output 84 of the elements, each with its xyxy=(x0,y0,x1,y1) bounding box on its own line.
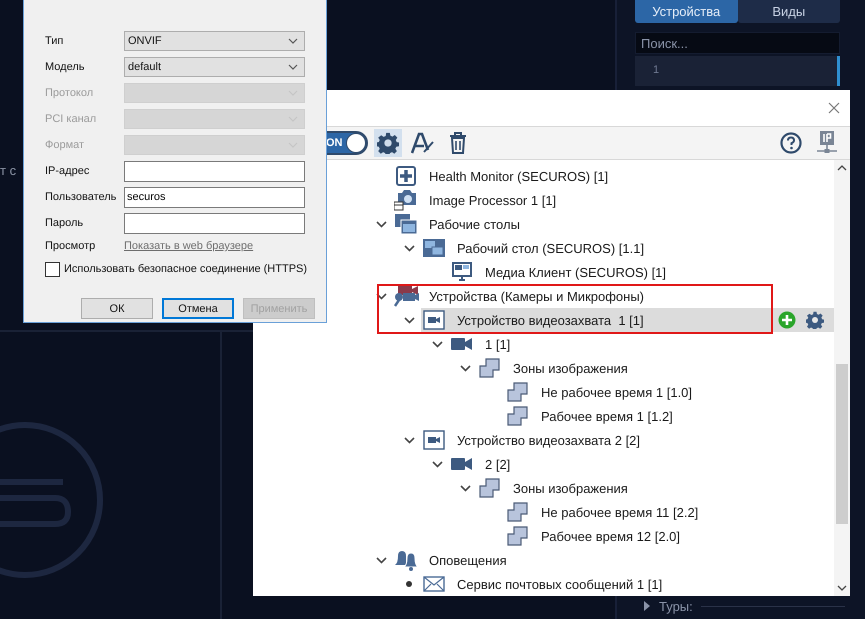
tree-item[interactable]: Зоны изображения xyxy=(477,356,834,380)
device-list-item[interactable]: 1 xyxy=(635,56,840,86)
gear-icon xyxy=(377,132,399,154)
close-icon[interactable] xyxy=(828,102,840,114)
dialog-button[interactable]: Отмена xyxy=(162,298,234,319)
envelope-icon xyxy=(423,576,445,592)
tree-item[interactable]: Не рабочее время 1 [1.0] xyxy=(505,380,834,404)
input-field[interactable]: securos xyxy=(124,186,305,208)
help-icon[interactable] xyxy=(780,132,802,154)
network-icon[interactable] xyxy=(816,131,838,155)
puzzle-shape-icon xyxy=(479,478,501,498)
field-label: Пользователь xyxy=(45,191,118,203)
expanded-chevron-icon[interactable] xyxy=(404,316,414,324)
tree-item[interactable]: Сервис почтовых сообщений 1 [1] xyxy=(421,572,834,596)
tree-item[interactable]: Не рабочее время 11 [2.2] xyxy=(505,500,834,524)
tree-item[interactable]: Health Monitor (SECUROS) [1] xyxy=(393,164,834,188)
tree-item[interactable]: Рабочий стол (SECUROS) [1.1] xyxy=(421,236,834,260)
scrollbar[interactable] xyxy=(834,160,850,596)
puzzle-shape-icon xyxy=(507,406,529,426)
search-field[interactable]: Поиск... xyxy=(635,32,840,54)
bells-icon xyxy=(393,549,419,571)
video-camera-icon xyxy=(451,337,473,351)
expand-arrow-icon[interactable] xyxy=(643,601,651,611)
expanded-chevron-icon[interactable] xyxy=(460,484,470,492)
dropdown[interactable]: ONVIF xyxy=(124,31,305,51)
video-device-icon xyxy=(423,430,445,450)
scroll-up-icon[interactable] xyxy=(837,164,847,172)
camera-icon xyxy=(394,189,418,211)
section-label[interactable]: Туры: xyxy=(659,598,693,614)
expanded-chevron-icon[interactable] xyxy=(404,244,414,252)
monitor-icon xyxy=(451,261,473,283)
scroll-down-icon[interactable] xyxy=(837,584,847,592)
dialog-button[interactable]: ОК xyxy=(81,298,153,319)
letter-pencil-icon xyxy=(411,132,435,154)
trash-icon xyxy=(449,132,467,154)
tree-item[interactable]: Оповещения xyxy=(393,548,834,572)
expanded-chevron-icon[interactable] xyxy=(376,220,386,228)
dropdown[interactable]: default xyxy=(124,57,305,77)
panel-tab[interactable]: Устройства xyxy=(635,0,738,23)
expanded-chevron-icon[interactable] xyxy=(460,364,470,372)
puzzle-shape-icon xyxy=(507,502,529,522)
tree-item[interactable]: Рабочее время 12 [2.0] xyxy=(505,524,834,548)
video-device-icon xyxy=(423,310,445,330)
panel-tab[interactable]: Виды xyxy=(738,0,840,23)
add-icon[interactable] xyxy=(778,311,796,329)
field-label: Тип xyxy=(45,35,64,47)
camera-microphone-icon xyxy=(393,285,419,307)
tree-item[interactable]: Image Processor 1 [1] xyxy=(393,188,834,212)
tree-item[interactable]: 1 [1] xyxy=(449,332,834,356)
expanded-chevron-icon[interactable] xyxy=(432,460,442,468)
expanded-chevron-icon[interactable] xyxy=(404,436,414,444)
field-label: Протокол xyxy=(45,87,94,99)
tree-item[interactable]: Рабочее время 1 [1.2] xyxy=(505,404,834,428)
checkbox[interactable] xyxy=(45,262,60,276)
expanded-chevron-icon[interactable] xyxy=(376,292,386,300)
windows-icon xyxy=(422,238,446,258)
puzzle-shape-icon xyxy=(479,358,501,378)
tree-item[interactable]: Рабочие столы xyxy=(393,212,834,236)
tree-item[interactable]: 2 [2] xyxy=(449,452,834,476)
field-label: Пароль xyxy=(45,217,84,229)
background-text: т с xyxy=(0,163,16,178)
expanded-chevron-icon[interactable] xyxy=(432,340,442,348)
browser-link[interactable]: Показать в web браузере xyxy=(124,240,254,252)
field-label: PCI канал xyxy=(45,113,98,125)
settings-icon[interactable] xyxy=(806,311,824,329)
tree-item[interactable]: Зоны изображения xyxy=(477,476,834,500)
windows-icon xyxy=(394,213,418,235)
field-label: Формат xyxy=(45,139,86,151)
puzzle-shape-icon xyxy=(507,382,529,402)
field-label: IP-адрес xyxy=(45,165,90,177)
video-camera-icon xyxy=(451,457,473,471)
field-label: Модель xyxy=(45,61,86,73)
tree-item[interactable]: Устройство видеозахвата 1 [1] xyxy=(421,308,834,332)
expanded-chevron-icon[interactable] xyxy=(376,556,386,564)
field-label: Просмотр xyxy=(45,240,96,252)
tree-item[interactable]: Устройства (Камеры и Микрофоны) xyxy=(393,284,834,308)
plus-box-icon xyxy=(396,166,416,186)
tree-item[interactable]: Устройство видеозахвата 2 [2] xyxy=(421,428,834,452)
tree-item[interactable]: Медиа Клиент (SECUROS) [1] xyxy=(449,260,834,284)
input-field[interactable] xyxy=(124,212,305,234)
input-field[interactable] xyxy=(124,160,305,182)
settings-button[interactable] xyxy=(374,129,402,157)
checkbox-label[interactable]: Использовать безопасное соединение (HTTPS) xyxy=(64,263,308,275)
puzzle-shape-icon xyxy=(507,526,529,546)
